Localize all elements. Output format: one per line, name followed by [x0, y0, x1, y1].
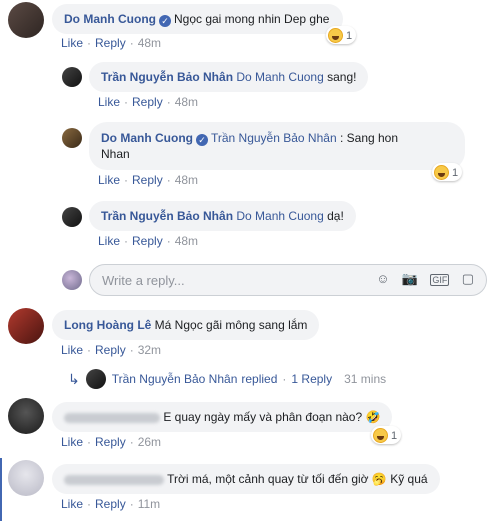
comment-author[interactable]: Do Manh Cuong: [101, 131, 193, 145]
avatar: [85, 369, 106, 389]
comment-actions: Like · Reply · 48m: [61, 36, 162, 50]
comment-text: sang!: [327, 70, 357, 84]
reaction-badge[interactable]: 1: [326, 26, 357, 44]
view-replies-link[interactable]: ↳ Trần Nguyễn Bảo Nhân replied · 1 Reply…: [68, 369, 386, 389]
blurred-author-name: [64, 412, 160, 423]
avatar[interactable]: [8, 398, 44, 434]
gif-icon[interactable]: GIF: [430, 274, 450, 286]
reaction-count: 1: [391, 429, 398, 442]
like-link[interactable]: Like: [61, 343, 83, 357]
rolling-laugh-emoji-icon: 🤣: [365, 410, 381, 424]
blurred-author-name: [64, 474, 164, 485]
comment-time[interactable]: 48m: [175, 95, 198, 109]
like-link[interactable]: Like: [98, 173, 120, 187]
comment-time[interactable]: 11m: [138, 497, 160, 511]
comment-time[interactable]: 48m: [175, 173, 198, 187]
haha-reaction-icon: [328, 28, 343, 43]
reaction-badge[interactable]: 1: [432, 163, 463, 181]
avatar[interactable]: [62, 67, 82, 87]
comment-actions: Like · Reply · 48m: [98, 234, 199, 248]
current-user-avatar: [62, 270, 82, 290]
reply-link[interactable]: Reply: [95, 497, 126, 511]
reply-tools: ☺ 📷 GIF ▢: [367, 271, 474, 287]
emoji-icon[interactable]: ☺: [376, 271, 389, 286]
comment-time[interactable]: 48m: [138, 36, 161, 50]
like-link[interactable]: Like: [61, 497, 83, 511]
comment-text-continued: Nhan: [101, 147, 130, 161]
reply-link[interactable]: Reply: [95, 435, 126, 449]
reply-arrow-icon: ↳: [68, 370, 80, 387]
like-link[interactable]: Like: [98, 95, 120, 109]
reply-count[interactable]: 1 Reply: [291, 372, 332, 386]
haha-reaction-icon: [434, 165, 449, 180]
comment-actions: Like · Reply · 11m: [61, 497, 161, 511]
mention-link[interactable]: Do Manh Cuong: [236, 209, 323, 223]
reply-link[interactable]: Reply: [132, 234, 163, 248]
comment-time[interactable]: 26m: [138, 435, 161, 449]
comment-text-end: Kỹ quá: [390, 472, 428, 486]
like-link[interactable]: Like: [61, 435, 83, 449]
reply-link[interactable]: Reply: [132, 173, 163, 187]
comment-actions: Like · Reply · 26m: [61, 435, 162, 449]
replies-time: 31 mins: [344, 372, 387, 386]
mention-link[interactable]: Do Manh Cuong: [236, 70, 323, 84]
reply-bubble: Do Manh Cuong ✓ Trần Nguyễn Bảo Nhân : San…: [89, 122, 465, 170]
comment-text: Trời má, một cảnh quay từ tối đến giờ: [167, 472, 369, 486]
verified-icon: ✓: [158, 15, 171, 27]
like-link[interactable]: Like: [98, 234, 120, 248]
comment-actions: Like · Reply · 32m: [61, 343, 162, 357]
comment-text: Má Ngọc gãi mông sang lắm: [154, 318, 308, 332]
comment-actions: Like · Reply · 48m: [98, 95, 199, 109]
comment-text: E quay ngày mấy và phân đoạn nào?: [163, 410, 363, 424]
comment-author[interactable]: Trần Nguyễn Bảo Nhân: [101, 70, 233, 84]
verified-icon: ✓: [195, 134, 208, 146]
comment-text: : Sang hon: [339, 131, 399, 145]
sticker-icon[interactable]: ▢: [462, 271, 474, 287]
comment-text: Ngọc gai mong nhin Dep ghe: [173, 12, 330, 26]
highlight-bar: [0, 458, 2, 521]
avatar[interactable]: [8, 2, 44, 38]
avatar[interactable]: [62, 128, 82, 148]
comment-bubble: E quay ngày mấy và phân đoạn nào? 🤣: [52, 402, 393, 432]
avatar[interactable]: [62, 207, 82, 227]
yawning-face-emoji-icon: 🥱: [371, 472, 387, 486]
comment-time[interactable]: 32m: [138, 343, 161, 357]
camera-icon[interactable]: 📷: [402, 271, 418, 287]
reaction-badge[interactable]: 1: [371, 426, 402, 444]
avatar[interactable]: [8, 460, 44, 496]
comment-actions: Like · Reply · 48m: [98, 173, 199, 187]
comment-text: dạ!: [327, 209, 344, 223]
comment-author[interactable]: Long Hoàng Lê: [64, 318, 151, 332]
mention-link[interactable]: Trần Nguyễn Bảo Nhân: [211, 131, 337, 145]
reaction-count: 1: [346, 29, 353, 42]
reply-link[interactable]: Reply: [132, 95, 163, 109]
reaction-count: 1: [452, 166, 459, 179]
reply-input-box[interactable]: Write a reply... ☺ 📷 GIF ▢: [89, 264, 487, 296]
reply-link[interactable]: Reply: [95, 343, 126, 357]
comment-bubble: Trời má, một cảnh quay từ tối đến giờ 🥱 …: [52, 464, 440, 494]
replied-label: replied: [241, 372, 278, 386]
comment-time[interactable]: 48m: [175, 234, 198, 248]
reply-bubble: Trần Nguyễn Bảo Nhân Do Manh Cuong sang!: [89, 62, 369, 92]
like-link[interactable]: Like: [61, 36, 83, 50]
comment-author[interactable]: Trần Nguyễn Bảo Nhân: [101, 209, 233, 223]
comment-bubble: Long Hoàng Lê Má Ngọc gãi mông sang lắm: [52, 310, 320, 340]
reply-bubble: Trần Nguyễn Bảo Nhân Do Manh Cuong dạ!: [89, 201, 356, 231]
haha-reaction-icon: [373, 428, 388, 443]
avatar[interactable]: [8, 308, 44, 344]
comment-bubble: Do Manh Cuong ✓ Ngọc gai mong nhin Dep ghe: [52, 4, 344, 34]
reply-link[interactable]: Reply: [95, 36, 126, 50]
comment-author[interactable]: Do Manh Cuong: [64, 12, 156, 26]
reply-input[interactable]: Write a reply...: [102, 273, 185, 288]
replier-name[interactable]: Trần Nguyễn Bảo Nhân: [112, 372, 238, 386]
